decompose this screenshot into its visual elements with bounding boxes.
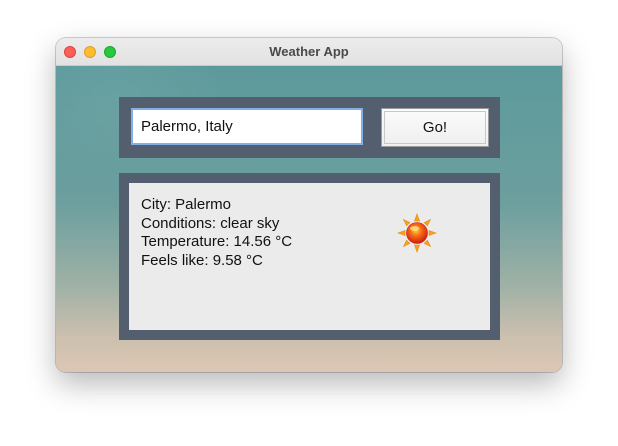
title-bar[interactable]: Weather App <box>56 38 562 66</box>
results-panel: City: Palermo Conditions: clear sky Temp… <box>119 173 500 340</box>
temperature-label: Temperature: 14.56 °C <box>141 233 293 250</box>
feels-like-label: Feels like: 9.58 °C <box>141 251 263 269</box>
app-window: Weather App Go! City: Palermo Conditions… <box>56 38 562 372</box>
app-content: Go! City: Palermo Conditions: clear sky … <box>56 66 562 372</box>
city-label: City: Palermo <box>141 196 232 213</box>
weather-details: City: Palermo Conditions: clear sky Temp… <box>141 196 292 270</box>
weather-info-area: City: Palermo Conditions: clear sky Temp… <box>129 183 490 330</box>
window-title: Weather App <box>269 44 349 59</box>
search-panel: Go! <box>119 97 500 158</box>
city-search-input[interactable] <box>131 108 363 145</box>
conditions-label: Conditions: clear sky <box>141 214 280 232</box>
go-button-label: Go! <box>384 111 486 144</box>
sun-icon <box>397 213 437 253</box>
go-button[interactable]: Go! <box>381 108 489 147</box>
